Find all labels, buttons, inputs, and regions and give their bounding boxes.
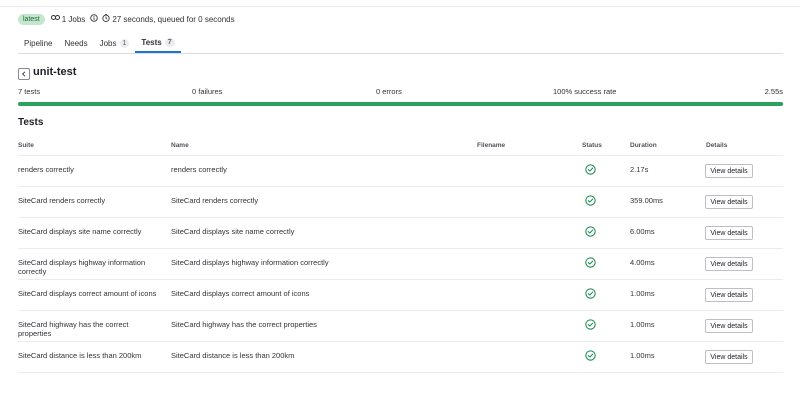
view-details-button[interactable]: View details — [705, 257, 753, 271]
pipeline-tabs: Pipeline Needs Jobs 1 Tests 7 — [18, 33, 181, 53]
column-header-status: Status — [582, 142, 602, 149]
pipeline-meta: latest 1 Jobs 27 seconds, queued for 0 s… — [18, 13, 238, 25]
tab-label: Jobs — [99, 38, 117, 48]
column-header-name: Name — [171, 142, 189, 149]
cell-suite: SiteCard distance is less than 200km — [18, 351, 142, 360]
cell-name: SiteCard renders correctly — [171, 196, 259, 205]
chevron-left-icon — [21, 71, 26, 77]
success-progress-fill — [18, 102, 783, 106]
info-icon[interactable] — [90, 13, 99, 25]
status-success-icon — [585, 288, 596, 299]
summary-success-rate: 100% success rate — [553, 87, 617, 96]
cell-suite: SiteCard highway has the correct propert… — [18, 320, 129, 338]
table-row: SiteCard highway has the correct propert… — [18, 311, 783, 342]
pipeline-duration: 27 seconds, queued for 0 seconds — [112, 14, 235, 24]
latest-badge: latest — [18, 13, 45, 25]
suite-summary: 7 tests 0 failures 0 errors 100% success… — [18, 87, 783, 97]
jobs-count: 1 Jobs — [61, 14, 86, 24]
back-button[interactable] — [18, 68, 30, 80]
tab-needs[interactable]: Needs — [58, 33, 93, 53]
table-header: Suite Name Filename Status Duration Deta… — [18, 138, 783, 156]
tab-pipeline[interactable]: Pipeline — [18, 33, 58, 53]
column-header-details: Details — [706, 142, 728, 149]
summary-tests: 7 tests — [18, 87, 41, 96]
summary-failures: 0 failures — [192, 87, 223, 96]
cell-name: SiteCard highway has the correct propert… — [171, 320, 317, 329]
suite-title: unit-test — [33, 66, 77, 78]
cell-suite: SiteCard displays site name correctly — [18, 227, 142, 236]
view-details-button[interactable]: View details — [705, 195, 753, 209]
cell-suite: renders correctly — [18, 165, 74, 174]
tabs-divider — [18, 53, 783, 54]
table-row: SiteCard distance is less than 200km Site… — [18, 342, 783, 373]
clock-icon — [102, 13, 110, 25]
column-header-suite: Suite — [18, 142, 34, 149]
top-divider — [0, 6, 800, 7]
tab-tests[interactable]: Tests 7 — [135, 33, 181, 53]
table-row: SiteCard renders correctly SiteCard rende… — [18, 187, 783, 218]
cell-suite: SiteCard displays highway information co… — [18, 258, 146, 276]
view-details-button[interactable]: View details — [705, 319, 753, 333]
cell-suite: SiteCard renders correctly — [18, 196, 106, 205]
table-row: SiteCard displays highway information co… — [18, 249, 783, 280]
status-success-icon — [585, 195, 596, 206]
tab-label: Pipeline — [24, 38, 53, 48]
cell-suite: SiteCard displays correct amount of icon… — [18, 289, 157, 298]
status-success-icon — [585, 319, 596, 330]
pipeline-tests-page: latest 1 Jobs 27 seconds, queued for 0 s… — [0, 0, 800, 404]
cell-name: SiteCard distance is less than 200km — [171, 351, 295, 360]
table-row: SiteCard displays site name correctly Sit… — [18, 218, 783, 249]
view-details-button[interactable]: View details — [705, 288, 753, 302]
tab-count-badge: 7 — [164, 37, 175, 47]
summary-errors: 0 errors — [376, 87, 402, 96]
view-details-button[interactable]: View details — [705, 350, 753, 364]
cell-duration: 1.00ms — [630, 351, 655, 360]
cell-duration: 1.00ms — [630, 320, 655, 329]
tab-jobs[interactable]: Jobs 1 — [94, 33, 136, 53]
tab-count-badge: 1 — [119, 38, 130, 48]
cell-name: renders correctly — [171, 165, 227, 174]
tab-label: Needs — [64, 38, 88, 48]
cell-duration: 359.00ms — [630, 196, 663, 205]
table-row: SiteCard displays correct amount of icon… — [18, 280, 783, 311]
jobs-icon — [50, 14, 60, 24]
status-success-icon — [585, 350, 596, 361]
cell-name: SiteCard displays site name correctly — [171, 227, 295, 236]
column-header-duration: Duration — [630, 142, 657, 149]
status-success-icon — [585, 226, 596, 237]
tests-table: Suite Name Filename Status Duration Deta… — [18, 138, 783, 373]
status-success-icon — [585, 164, 596, 175]
table-row: renders correctly renders correctly 2.17s V… — [18, 156, 783, 187]
cell-duration: 2.17s — [630, 165, 649, 174]
cell-duration: 1.00ms — [630, 289, 655, 298]
view-details-button[interactable]: View details — [705, 164, 753, 178]
success-progress-bar — [18, 102, 783, 106]
cell-duration: 4.00ms — [630, 258, 655, 267]
view-details-button[interactable]: View details — [705, 226, 753, 240]
tab-label: Tests — [141, 37, 162, 47]
tests-heading: Tests — [18, 117, 44, 128]
cell-duration: 6.00ms — [630, 227, 655, 236]
cell-name: SiteCard displays correct amount of icon… — [171, 289, 310, 298]
status-success-icon — [585, 257, 596, 268]
summary-duration: 2.55s — [764, 87, 783, 96]
column-header-filename: Filename — [477, 142, 506, 149]
cell-name: SiteCard displays highway information co… — [171, 258, 329, 267]
table-body: renders correctly renders correctly 2.17s V… — [18, 156, 783, 373]
